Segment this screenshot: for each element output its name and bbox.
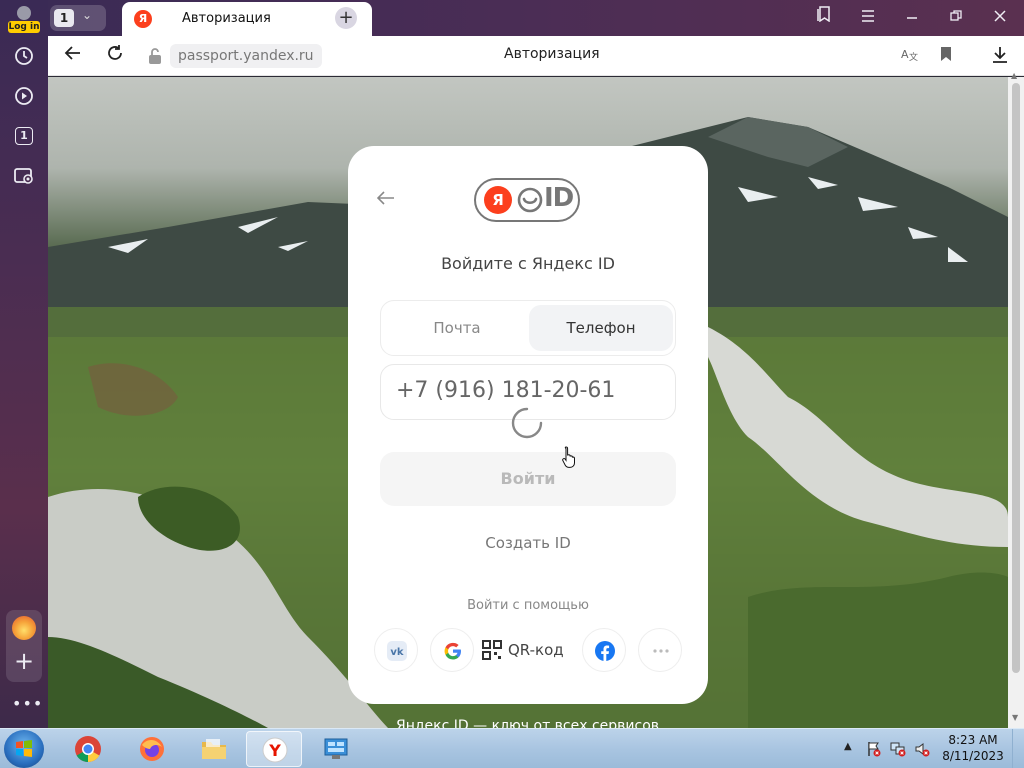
control-panel-icon: [324, 738, 348, 759]
zen-icon[interactable]: [12, 616, 36, 640]
tab-mail[interactable]: Почта: [385, 305, 529, 351]
download-icon[interactable]: [990, 46, 1010, 66]
login-card: Я ID Войдите с Яндекс ID Почта Телефон +…: [348, 146, 708, 704]
alt-login-label: Войти с помощью: [467, 598, 589, 613]
vk-login-button[interactable]: vk: [374, 628, 418, 672]
chevron-down-icon: ⌄: [82, 8, 93, 22]
bookmark-icon[interactable]: [936, 46, 956, 66]
login-badge: Log in: [8, 21, 40, 33]
taskbar-yandex-browser[interactable]: Y: [246, 731, 302, 767]
qr-login-button[interactable]: QR-код: [482, 638, 564, 662]
show-desktop-button[interactable]: [1012, 729, 1024, 768]
windows-taskbar: Y ▲ 8:23 AM 8/11/2023: [0, 728, 1024, 768]
screenshot-icon[interactable]: [12, 164, 36, 188]
more-login-options-button[interactable]: [638, 628, 682, 672]
tab-phone[interactable]: Телефон: [529, 305, 673, 351]
bookmarks-collection-icon[interactable]: [812, 6, 836, 30]
tab-group-button[interactable]: 1 ⌄: [50, 5, 106, 31]
taskbar-control-panel[interactable]: [308, 731, 364, 767]
firefox-icon: [140, 737, 164, 761]
taskbar-explorer[interactable]: [186, 731, 242, 767]
translate-icon[interactable]: A文: [900, 46, 920, 66]
minimize-icon[interactable]: [900, 6, 924, 30]
yandex-favicon-icon: Я: [134, 10, 152, 28]
logo-ya-letter: Я: [484, 186, 512, 214]
add-app-plus-icon[interactable]: +: [12, 649, 36, 674]
sidebar-more-icon[interactable]: •••: [12, 694, 42, 714]
tray-expand-arrow-icon[interactable]: ▲: [844, 741, 852, 752]
yandex-browser-icon: Y: [262, 737, 288, 763]
taskbar-firefox[interactable]: [124, 731, 180, 767]
browser-sidebar: Log in 1 + •••: [0, 0, 48, 728]
logo-id-text: ID: [544, 183, 574, 213]
login-button[interactable]: Log in: [6, 4, 42, 33]
play-icon[interactable]: [12, 84, 36, 108]
mouse-cursor-hand-icon: [562, 446, 575, 468]
menu-icon[interactable]: [856, 6, 880, 30]
history-clock-icon[interactable]: [12, 44, 36, 68]
network-icon[interactable]: [890, 741, 906, 757]
login-method-tabs: Почта Телефон: [380, 300, 676, 356]
window-close-icon[interactable]: [988, 6, 1012, 30]
loading-spinner-icon: [511, 407, 543, 439]
site-info-lock-icon[interactable]: [146, 46, 164, 66]
address-bar: passport.yandex.ru Авторизация A文: [48, 36, 1024, 76]
facebook-login-button[interactable]: [582, 628, 626, 672]
explorer-icon: [202, 739, 226, 759]
page-overlay: Яндекс ID — ключ от всех сервисов Я ID В…: [48, 77, 1008, 734]
vk-icon: vk: [387, 641, 407, 661]
sidebar-apps-panel: +: [6, 610, 42, 682]
taskbar-chrome[interactable]: [60, 731, 116, 767]
back-arrow-icon[interactable]: [62, 44, 84, 66]
windows-logo-icon: [16, 740, 32, 757]
page-scrollbar[interactable]: ▲ ▼: [1008, 71, 1024, 728]
chrome-icon: [75, 736, 101, 763]
tab-group-count: 1: [54, 9, 74, 27]
volume-muted-icon[interactable]: [914, 741, 930, 757]
card-back-arrow-icon[interactable]: [374, 186, 398, 210]
svg-text:A: A: [901, 48, 909, 61]
phone-input-value: +7 (916) 181-20-61: [396, 378, 616, 403]
facebook-icon: [595, 641, 615, 661]
svg-text:Y: Y: [268, 741, 281, 760]
restore-icon[interactable]: [944, 6, 968, 30]
google-login-button[interactable]: [430, 628, 474, 672]
tab-count-label: 1: [15, 127, 33, 145]
google-icon: [444, 642, 461, 660]
scroll-thumb[interactable]: [1012, 83, 1020, 673]
login-heading: Войдите с Яндекс ID: [441, 254, 615, 273]
svg-text:文: 文: [909, 51, 918, 62]
reload-icon[interactable]: [104, 44, 126, 66]
tab-strip: 1 ⌄ Я Авторизация × +: [48, 0, 1024, 36]
scroll-up-arrow-icon[interactable]: ▲: [1011, 71, 1017, 80]
clock-time[interactable]: 8:23 AM: [938, 733, 1008, 747]
yandex-id-logo: Я ID: [474, 178, 580, 222]
tab-count-icon[interactable]: 1: [12, 124, 36, 148]
start-button[interactable]: [4, 730, 44, 768]
action-center-flag-icon[interactable]: [866, 741, 882, 757]
login-submit-button[interactable]: Войти: [380, 452, 676, 506]
url-field[interactable]: passport.yandex.ru: [170, 44, 322, 68]
scroll-down-arrow-icon[interactable]: ▼: [1012, 713, 1018, 722]
user-avatar-icon: [17, 6, 31, 20]
create-id-link[interactable]: Создать ID: [348, 534, 708, 552]
tab-title: Авторизация: [182, 11, 271, 26]
logo-smile-icon: [517, 187, 543, 213]
more-icon: [653, 649, 669, 653]
svg-text:vk: vk: [390, 647, 404, 658]
qr-label: QR-код: [508, 641, 564, 659]
clock-date[interactable]: 8/11/2023: [938, 749, 1008, 763]
new-tab-button[interactable]: +: [335, 7, 357, 29]
page-title: Авторизация: [504, 46, 600, 62]
qr-code-icon: [482, 640, 502, 660]
